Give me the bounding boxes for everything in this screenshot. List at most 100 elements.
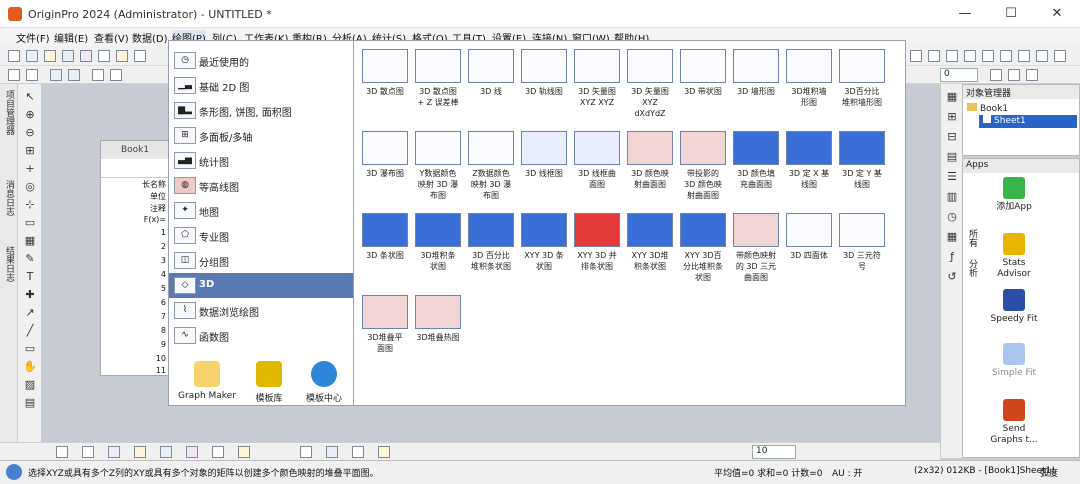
gallery-item-3d-ternary-symbol[interactable]: 3D 三元符 号 <box>837 213 887 297</box>
data-selector-icon[interactable]: ⊹ <box>22 198 38 212</box>
apps-tab-all[interactable]: 所有 <box>966 229 979 247</box>
print-icon[interactable] <box>134 50 146 62</box>
template-library-button[interactable]: 模板库 <box>245 361 293 404</box>
text-tool-icon[interactable]: T <box>22 270 38 284</box>
category-multi-panel[interactable]: ⊞ 多面板/多轴 <box>169 123 353 148</box>
line-style-icon[interactable] <box>56 446 68 458</box>
zoom-out-icon[interactable]: ⊖ <box>22 126 38 140</box>
gallery-item-3d-vector-dxdydz[interactable]: 3D 矢量图 XYZ dXdYdZ <box>625 49 675 133</box>
add-app-button[interactable]: 添加App <box>981 177 1047 213</box>
gallery-item-3d-stacked-heatmap[interactable]: 3D堆叠热图 <box>413 295 463 379</box>
pointer-icon[interactable]: ↖ <box>22 90 38 104</box>
results-log-tab[interactable]: 结果日志 <box>3 246 16 282</box>
category-recent[interactable]: ◷ 最近使用的 <box>169 48 353 73</box>
simple-fit-app[interactable]: Simple Fit <box>981 343 1047 379</box>
open-icon[interactable] <box>80 50 92 62</box>
line-width-field[interactable]: 10 <box>752 445 796 459</box>
stats-advisor-app[interactable]: Stats Advisor <box>981 233 1047 280</box>
rescale-icon[interactable] <box>68 69 80 81</box>
gallery-item-3d-stacked-planes[interactable]: 3D堆叠平 面图 <box>360 295 410 379</box>
gallery-item-3d-colormap-surface[interactable]: 3D 颜色映 射曲面图 <box>625 131 675 215</box>
gallery-item-3d-trajectory[interactable]: 3D 轨线图 <box>519 49 569 133</box>
superscript-icon[interactable] <box>946 50 958 62</box>
line-symbol-icon[interactable] <box>108 446 120 458</box>
text-bold-icon[interactable] <box>910 50 922 62</box>
gallery-item-xyy-3d-percent-stacked-bars[interactable]: XYY 3D百 分比堆积条 状图 <box>678 213 728 297</box>
gallery-item-3d-ribbon[interactable]: 3D 带状图 <box>678 49 728 133</box>
template-center-button[interactable]: 模板中心 <box>299 361 349 404</box>
maximize-button[interactable]: ☐ <box>988 0 1034 28</box>
messages-log-tab[interactable]: 消息日志 <box>3 180 16 216</box>
search-icon[interactable] <box>6 464 22 480</box>
template-icon[interactable] <box>378 446 390 458</box>
greek-icon[interactable] <box>982 50 994 62</box>
data-reader-icon[interactable]: ◎ <box>22 180 38 194</box>
undo-icon[interactable] <box>92 69 104 81</box>
color-scale-icon[interactable]: ▥ <box>944 190 960 204</box>
apps-tab-analysis[interactable]: 分析 <box>966 259 979 277</box>
send-graphs-app[interactable]: Send Graphs t... <box>981 399 1047 446</box>
insert-graph-icon[interactable]: ▤ <box>22 396 38 410</box>
category-grouped[interactable]: ◫ 分组图 <box>169 248 353 273</box>
merge-icon[interactable]: ⊟ <box>944 130 960 144</box>
column-icon[interactable] <box>134 446 146 458</box>
align-right-icon[interactable] <box>1036 50 1048 62</box>
category-function[interactable]: ∿ 函数图 <box>169 323 353 348</box>
gallery-item-3d-color-fill-surface[interactable]: 3D 颜色填 充曲面图 <box>731 131 781 215</box>
category-bar-pie-area[interactable]: ▆▂ 条形图, 饼图, 面积图 <box>169 98 353 123</box>
gallery-item-3d-wireframe[interactable]: 3D 线框图 <box>519 131 569 215</box>
gallery-item-3d-scatter-zerr[interactable]: 3D 散点图 + Z 误差棒 <box>413 49 463 133</box>
redo-icon[interactable] <box>110 69 122 81</box>
gallery-item-xyy-3d-side-bars[interactable]: XYY 3D 并 排条状图 <box>572 213 622 297</box>
fill-color-icon[interactable] <box>1008 69 1020 81</box>
gallery-item-3d-stacked-wall[interactable]: 3D堆积墙 形图 <box>784 49 834 133</box>
minimize-button[interactable]: — <box>942 0 988 28</box>
gallery-item-3d-y-baseline[interactable]: 3D 定 Y 基 线图 <box>837 131 887 215</box>
area-icon[interactable] <box>186 446 198 458</box>
crosshair-icon[interactable]: + <box>22 162 38 176</box>
reset-icon[interactable]: ↺ <box>944 270 960 284</box>
line-color-icon[interactable] <box>990 69 1002 81</box>
category-basic-2d[interactable]: ▁▃ 基础 2D 图 <box>169 73 353 98</box>
category-contour[interactable]: ◍ 等高线图 <box>169 173 353 198</box>
gallery-item-3d-line[interactable]: 3D 线 <box>466 49 516 133</box>
new-workbook-icon[interactable] <box>26 50 38 62</box>
zoom-field[interactable]: 0 <box>940 68 978 82</box>
gallery-item-3d-x-baseline[interactable]: 3D 定 X 基 线图 <box>784 131 834 215</box>
timestamp-icon[interactable]: ◷ <box>944 210 960 224</box>
category-map[interactable]: ✦ 地图 <box>169 198 353 223</box>
menu-view[interactable]: 查看(V) <box>94 30 129 45</box>
gallery-item-3d-scatter[interactable]: 3D 散点图 <box>360 49 410 133</box>
annotation-icon[interactable]: ✚ <box>22 288 38 302</box>
category-data-explore[interactable]: ⌇ 数据浏览绘图 <box>169 298 353 323</box>
align-center-icon[interactable] <box>1018 50 1030 62</box>
gallery-item-3d-colormap-projection[interactable]: 带投影的 3D 颜色映 射曲面图 <box>678 131 728 215</box>
layer-icon[interactable]: ▦ <box>944 90 960 104</box>
rectangle-tool-icon[interactable]: ▭ <box>22 342 38 356</box>
speedy-fit-app[interactable]: Speedy Fit <box>981 289 1047 325</box>
gallery-item-xyy-3d-stacked-bars[interactable]: XYY 3D堆 积条状图 <box>625 213 675 297</box>
gallery-item-y-colormap-waterfall[interactable]: Y数据颜色 映射 3D 瀑 布图 <box>413 131 463 215</box>
tree-item-sheet1[interactable]: Sheet1 <box>979 115 1077 128</box>
polar-icon[interactable] <box>300 446 312 458</box>
back-icon[interactable] <box>8 69 20 81</box>
gallery-item-3d-tetrahedral[interactable]: 3D 四面体 <box>784 213 834 297</box>
book1-title[interactable]: Book1 <box>101 141 171 159</box>
stat-plot-icon[interactable] <box>238 446 250 458</box>
gallery-item-3d-vector-xyz[interactable]: 3D 矢量图 XYZ XYZ <box>572 49 622 133</box>
hand-tool-icon[interactable]: ✋ <box>22 360 38 374</box>
ternary-icon[interactable] <box>326 446 338 458</box>
legend-icon[interactable]: ☰ <box>944 170 960 184</box>
zoom-in-icon[interactable]: ⊕ <box>22 108 38 122</box>
menu-edit[interactable]: 编辑(E) <box>54 30 88 45</box>
new-graph-icon[interactable] <box>44 50 56 62</box>
gallery-item-3d-waterfall[interactable]: 3D 瀑布图 <box>360 131 410 215</box>
pie-icon[interactable] <box>160 446 172 458</box>
gallery-item-xyy-3d-bars[interactable]: XYY 3D 条 状图 <box>519 213 569 297</box>
gallery-item-3d-bars[interactable]: 3D 条状图 <box>360 213 410 297</box>
forward-icon[interactable] <box>26 69 38 81</box>
scale-icon[interactable]: ⊞ <box>22 144 38 158</box>
arrow-tool-icon[interactable]: ↗ <box>22 306 38 320</box>
gallery-item-3d-wall[interactable]: 3D 墙形图 <box>731 49 781 133</box>
pattern-icon[interactable] <box>1026 69 1038 81</box>
